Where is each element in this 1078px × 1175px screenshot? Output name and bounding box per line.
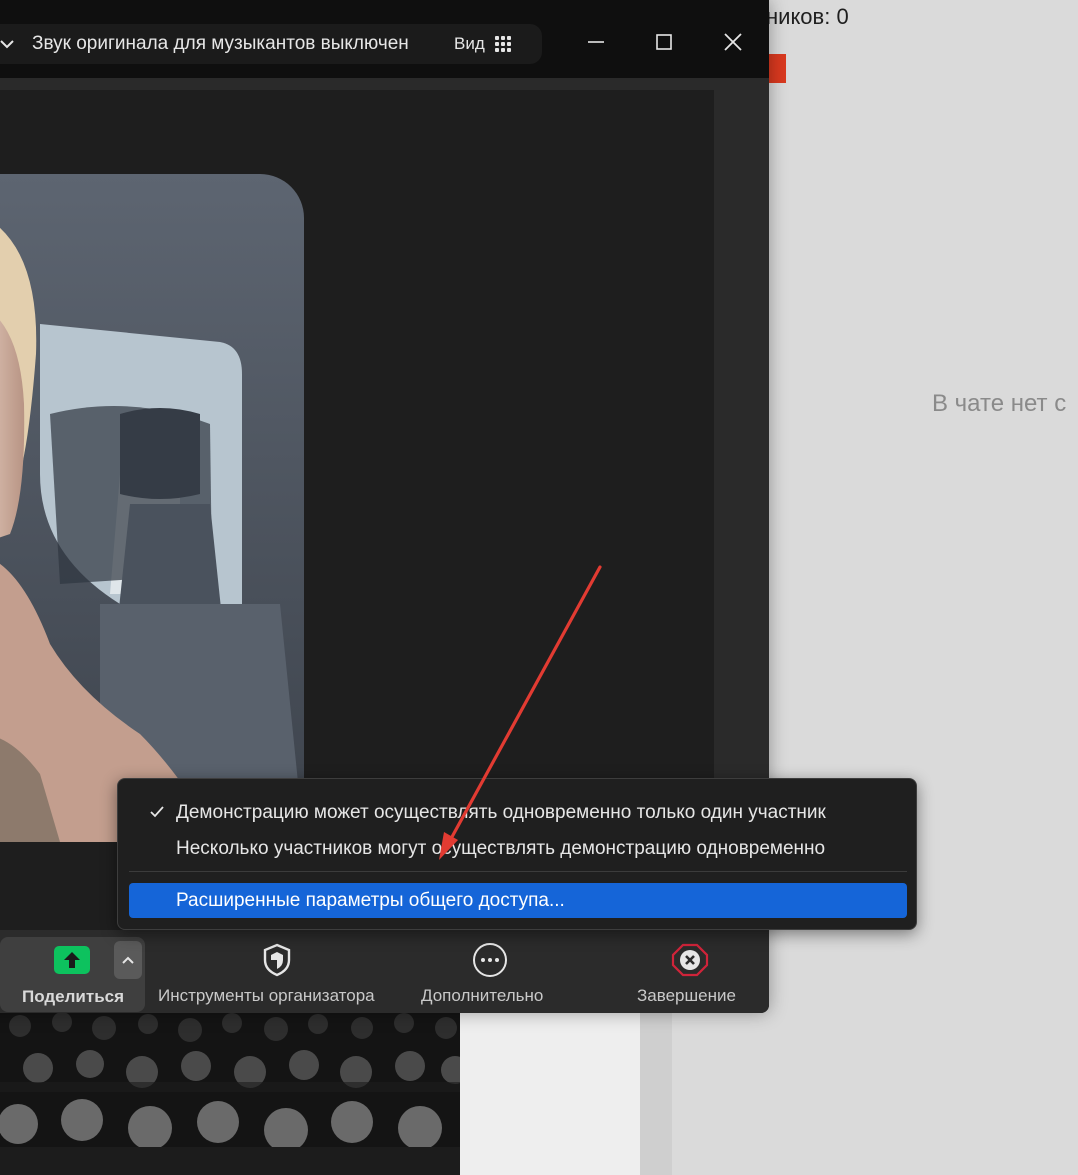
menu-item-advanced-sharing-options[interactable]: Расширенные параметры общего доступа... <box>129 883 907 918</box>
menu-item-label: Демонстрацию может осуществлять одноврем… <box>176 802 826 823</box>
more-label[interactable]: Дополнительно <box>421 986 543 1006</box>
participant-video <box>0 174 304 842</box>
end-label[interactable]: Завершение <box>637 986 736 1006</box>
grid-icon <box>494 36 511 52</box>
shield-icon[interactable] <box>257 940 297 980</box>
audience-image <box>0 1012 460 1175</box>
participants-count-label: ников: 0 <box>766 4 849 29</box>
view-button[interactable]: Вид <box>454 30 524 58</box>
menu-item-label: Несколько участников могут осуществлять … <box>176 838 826 859</box>
share-options-caret[interactable] <box>114 941 142 979</box>
more-options-icon[interactable] <box>470 940 510 980</box>
menu-item-one-participant[interactable]: Демонстрацию может осуществлять одноврем… <box>118 796 916 830</box>
original-sound-status: Звук оригинала для музыкантов выключен <box>32 33 409 54</box>
meeting-toolbar: Поделиться Инструменты организатора Допо… <box>0 930 769 1013</box>
share-options-menu: Демонстрацию может осуществлять одноврем… <box>117 778 917 930</box>
minimize-button[interactable] <box>576 22 616 62</box>
view-label: Вид <box>454 34 485 53</box>
host-tools-label[interactable]: Инструменты организатора <box>158 986 375 1006</box>
menu-divider <box>129 871 907 872</box>
title-bar: Звук оригинала для музыкантов выключен В… <box>0 0 769 78</box>
background-area <box>460 1012 640 1175</box>
red-indicator <box>766 54 786 83</box>
checkmark-icon <box>150 806 164 818</box>
share-label: Поделиться <box>22 987 125 1006</box>
audio-status-pill[interactable]: Звук оригинала для музыкантов выключен В… <box>0 24 542 64</box>
menu-item-label: Расширенные параметры общего доступа... <box>176 890 565 911</box>
menu-item-multiple-participants[interactable]: Несколько участников могут осуществлять … <box>118 832 916 866</box>
maximize-button[interactable] <box>644 22 684 62</box>
chevron-down-icon[interactable] <box>0 33 18 55</box>
share-screen-button[interactable]: Поделиться <box>0 937 145 1012</box>
end-meeting-icon[interactable] <box>670 940 710 980</box>
close-button[interactable] <box>713 22 753 62</box>
share-upload-icon <box>54 946 90 974</box>
chat-empty-message: В чате нет с <box>932 390 1067 417</box>
